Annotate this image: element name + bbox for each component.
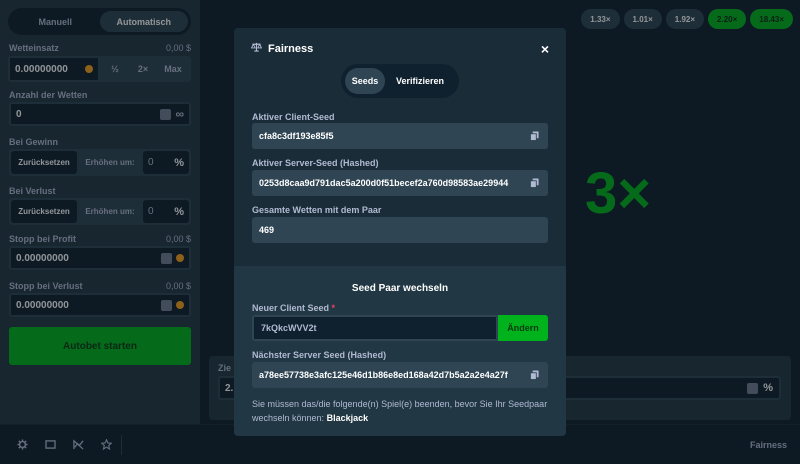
seed-change-note: Sie müssen das/die folgende(n) Spiel(e) … bbox=[252, 399, 548, 423]
active-client-seed-label: Aktiver Client-Seed bbox=[252, 112, 335, 122]
next-server-seed-field: a78ee57738e3afc125e46d1b86e8ed168a42d7b5… bbox=[252, 362, 548, 388]
active-server-seed-label: Aktiver Server-Seed (Hashed) bbox=[252, 158, 379, 168]
blocking-game: Blackjack bbox=[326, 413, 369, 423]
new-client-seed-label: Neuer Client Seed * bbox=[252, 303, 336, 313]
modal-title: Fairness bbox=[268, 42, 314, 55]
total-bets-label: Gesamte Wetten mit dem Paar bbox=[252, 205, 382, 215]
close-icon[interactable]: × bbox=[541, 41, 549, 57]
modal-header: Fairness bbox=[250, 42, 314, 55]
tab-seeds[interactable]: Seeds bbox=[345, 68, 385, 94]
change-seed-button[interactable]: Ändern bbox=[498, 315, 548, 341]
active-server-seed-field: 0253d8caa9d791dac5a200d0f51becef2a760d98… bbox=[252, 170, 548, 196]
modal-tabs: Seeds Verifizieren bbox=[341, 64, 459, 98]
new-client-seed-input[interactable]: 7kQkcWVV2t bbox=[252, 315, 498, 341]
scales-icon bbox=[250, 42, 263, 55]
copy-icon[interactable] bbox=[530, 131, 539, 141]
tab-verify[interactable]: Verifizieren bbox=[385, 68, 455, 94]
fairness-modal: Fairness × Seeds Verifizieren Aktiver Cl… bbox=[234, 28, 566, 436]
total-bets-field: 469 bbox=[252, 217, 548, 243]
copy-icon[interactable] bbox=[530, 370, 539, 380]
copy-icon[interactable] bbox=[530, 178, 539, 188]
active-client-seed-field: cfa8c3df193e85f5 bbox=[252, 123, 548, 149]
required-mark: * bbox=[331, 303, 336, 313]
change-seed-title: Seed Paar wechseln bbox=[351, 283, 449, 294]
next-server-seed-label: Nächster Server Seed (Hashed) bbox=[252, 350, 387, 360]
